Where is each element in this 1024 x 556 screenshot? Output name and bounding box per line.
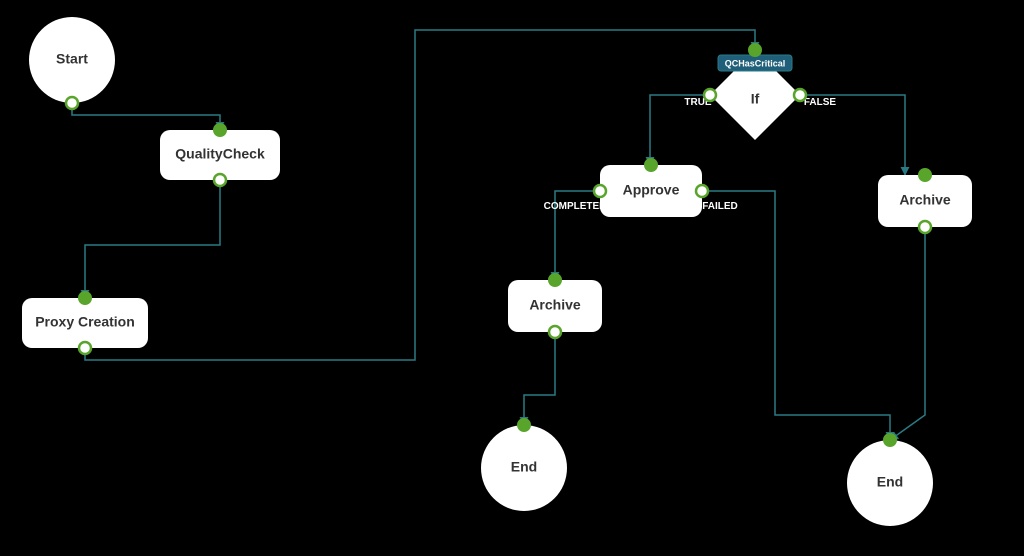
port-out-icon — [919, 221, 931, 233]
node-approve[interactable]: Approve — [594, 159, 708, 217]
edge-start-qualitycheck — [72, 100, 220, 130]
port-in-icon — [518, 419, 530, 431]
edge-archiver-end — [890, 225, 925, 440]
port-in-icon — [79, 292, 91, 304]
node-archive-right[interactable]: Archive — [878, 169, 972, 233]
label-approve-completed: COMPLETED — [544, 201, 607, 212]
port-in-icon — [919, 169, 931, 181]
port-in-icon — [749, 44, 761, 56]
node-start-label: Start — [56, 51, 88, 67]
node-archive-left[interactable]: Archive — [508, 274, 602, 338]
node-end-right[interactable]: End — [847, 434, 933, 526]
port-completed-icon — [594, 185, 606, 197]
node-start[interactable]: Start — [29, 17, 115, 109]
edge-approve-failed — [702, 191, 890, 440]
edge-archivel-end — [524, 332, 555, 425]
node-proxycreation[interactable]: Proxy Creation — [22, 292, 148, 354]
label-if-false: FALSE — [804, 97, 837, 108]
node-approve-label: Approve — [623, 182, 680, 198]
node-if[interactable]: If QCHasCritical — [704, 44, 806, 140]
port-failed-icon — [696, 185, 708, 197]
port-out-icon — [79, 342, 91, 354]
label-approve-failed: FAILED — [702, 201, 738, 212]
node-archive-left-label: Archive — [529, 297, 581, 313]
port-out-icon — [549, 326, 561, 338]
port-true-icon — [704, 89, 716, 101]
port-in-icon — [645, 159, 657, 171]
port-out-icon — [66, 97, 78, 109]
edge-qualitycheck-proxy — [85, 180, 220, 298]
port-in-icon — [549, 274, 561, 286]
node-if-label: If — [751, 91, 760, 107]
port-in-icon — [214, 124, 226, 136]
node-qualitycheck-label: QualityCheck — [175, 146, 265, 162]
node-qualitycheck[interactable]: QualityCheck — [160, 124, 280, 186]
port-false-icon — [794, 89, 806, 101]
port-out-icon — [214, 174, 226, 186]
node-archive-right-label: Archive — [899, 192, 951, 208]
port-in-icon — [884, 434, 896, 446]
node-end-right-label: End — [877, 474, 903, 490]
node-proxycreation-label: Proxy Creation — [35, 314, 135, 330]
node-end-left[interactable]: End — [481, 419, 567, 511]
badge-if-label: QCHasCritical — [725, 58, 786, 68]
node-end-left-label: End — [511, 459, 537, 475]
